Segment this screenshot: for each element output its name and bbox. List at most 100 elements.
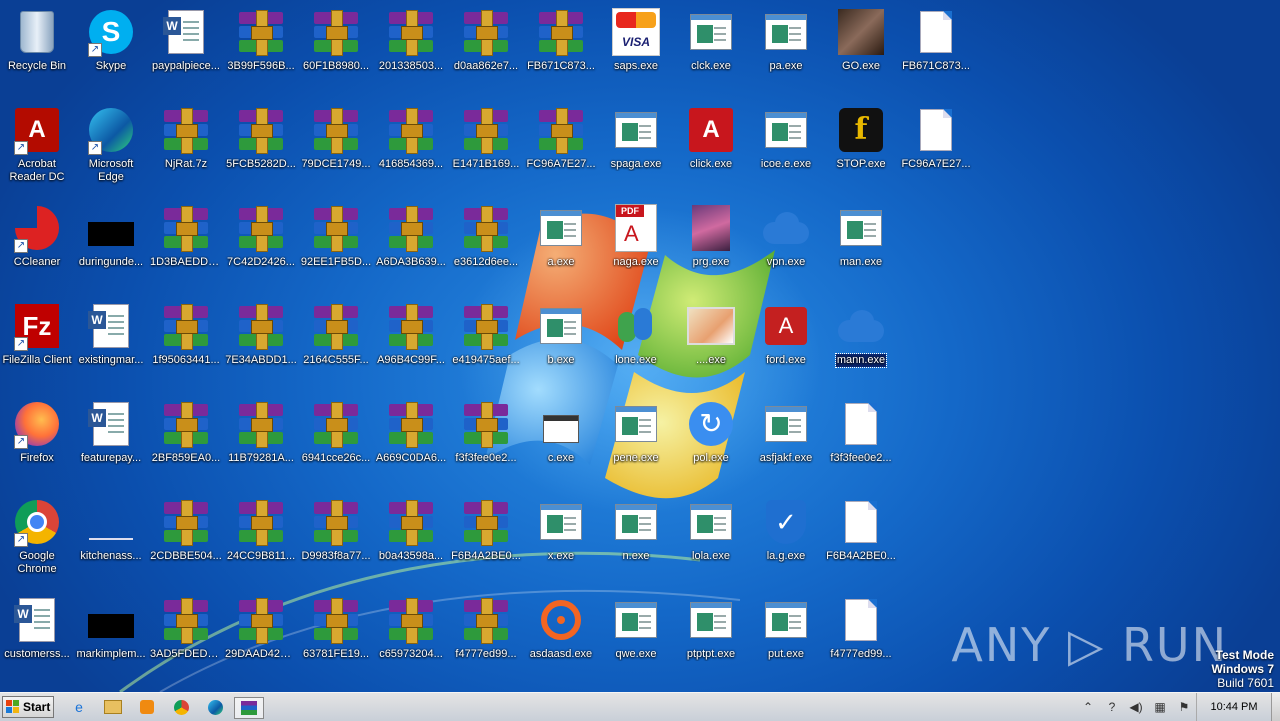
desktop-icon-d2[interactable]: 7E34ABDD1... xyxy=(224,298,298,388)
desktop-icon-g5[interactable]: f4777ed99... xyxy=(449,592,523,682)
desktop-icon-g3[interactable]: 63781FE19... xyxy=(299,592,373,682)
desktop-icon-a2[interactable]: 60F1B8980... xyxy=(299,4,373,94)
desktop-icon-e3[interactable]: 6941cce26c... xyxy=(299,396,373,486)
desktop-icon-aexe[interactable]: a.exe xyxy=(524,200,598,290)
desktop-icon-nexe[interactable]: n.exe xyxy=(599,494,673,584)
desktop-icon-njrat[interactable]: NjRat.7z xyxy=(149,102,223,192)
desktop-icon-b4[interactable]: E1471B169... xyxy=(449,102,523,192)
media-player-icon[interactable] xyxy=(136,697,158,717)
desktop-icon-f3b[interactable]: f3f3fee0e2... xyxy=(824,396,898,486)
help-icon[interactable]: ? xyxy=(1103,698,1121,716)
desktop-icon-c1[interactable]: 1D3BAEDD7... xyxy=(149,200,223,290)
desktop-icon-icoe[interactable]: icoe.e.exe xyxy=(749,102,823,192)
desktop-icon-chrome[interactable]: ↗ Google Chrome xyxy=(0,494,74,584)
desktop-icon-man[interactable]: man.exe xyxy=(824,200,898,290)
chrome-icon[interactable] xyxy=(170,697,192,717)
desktop-icon-fc1[interactable]: FC96A7E27... xyxy=(899,102,973,192)
desktop-icon-a1[interactable]: 3B99F596B... xyxy=(224,4,298,94)
desktop-icon-f4[interactable]: b0a43598a... xyxy=(374,494,448,584)
desktop-icon-ccleaner[interactable]: ↗ CCleaner xyxy=(0,200,74,290)
desktop-icon-recycle[interactable]: Recycle Bin xyxy=(0,4,74,94)
desktop-icon-c2[interactable]: 7C42D2426... xyxy=(224,200,298,290)
start-button[interactable]: Start xyxy=(2,696,54,718)
desktop-icon-e2[interactable]: 11B79281A... xyxy=(224,396,298,486)
desktop-icon-d4[interactable]: A96B4C99F... xyxy=(374,298,448,388)
desktop-icon-during[interactable]: duringunde... xyxy=(74,200,148,290)
desktop-icon-g2[interactable]: 29DAAD42D... xyxy=(224,592,298,682)
desktop-icon-a3[interactable]: 201338503... xyxy=(374,4,448,94)
desktop-icon-f5[interactable]: F6B4A2BE0... xyxy=(449,494,523,584)
desktop-icon-mann[interactable]: mann.exe xyxy=(824,298,898,388)
desktop-icon-asf[interactable]: asfjakf.exe xyxy=(749,396,823,486)
show-hidden-icon[interactable]: ⌃ xyxy=(1079,698,1097,716)
clock[interactable]: 10:44 PM xyxy=(1196,693,1271,721)
desktop-icon-fb1[interactable]: FB671C873... xyxy=(899,4,973,94)
desktop-icon-existing[interactable]: Wexistingmar... xyxy=(74,298,148,388)
desktop-icon-saps[interactable]: VISA saps.exe xyxy=(599,4,673,94)
desktop-icon-f6b[interactable]: F6B4A2BE0... xyxy=(824,494,898,584)
desktop-icon-a4[interactable]: d0aa862e7... xyxy=(449,4,523,94)
desktop-icon-d5[interactable]: e419475aef... xyxy=(449,298,523,388)
desktop-icon-b1[interactable]: 5FCB5282D... xyxy=(224,102,298,192)
desktop-icon-spaga[interactable]: spaga.exe xyxy=(599,102,673,192)
ie-icon[interactable]: e xyxy=(68,697,90,717)
desktop[interactable]: Recycle Bin S ↗ Skype Wpaypalpiece... 3B99F59… xyxy=(0,0,1280,692)
desktop-icon-f1[interactable]: 2CDBBE504... xyxy=(149,494,223,584)
desktop-icon-a5[interactable]: FB671C873... xyxy=(524,4,598,94)
desktop-icon-lone[interactable]: lone.exe xyxy=(599,298,673,388)
desktop-icon-click[interactable]: Aclick.exe xyxy=(674,102,748,192)
desktop-icon-b5[interactable]: FC96A7E27... xyxy=(524,102,598,192)
desktop-icon-cexe[interactable]: c.exe xyxy=(524,396,598,486)
desktop-icon-edge[interactable]: ↗ Microsoft Edge xyxy=(74,102,148,192)
show-desktop-button[interactable] xyxy=(1271,693,1280,721)
desktop-icon-c3[interactable]: 92EE1FB5D... xyxy=(299,200,373,290)
winrar-icon[interactable] xyxy=(234,697,264,719)
explorer-icon[interactable] xyxy=(102,697,124,717)
desktop-icon-filezilla[interactable]: Fz ↗ FileZilla Client xyxy=(0,298,74,388)
desktop-icon-skype[interactable]: S ↗ Skype xyxy=(74,4,148,94)
desktop-icon-e5[interactable]: f3f3fee0e2... xyxy=(449,396,523,486)
desktop-icon-clck[interactable]: clck.exe xyxy=(674,4,748,94)
desktop-icon-asdaasd[interactable]: asdaasd.exe xyxy=(524,592,598,682)
desktop-icon-pa[interactable]: pa.exe xyxy=(749,4,823,94)
desktop-icon-pene[interactable]: pene.exe xyxy=(599,396,673,486)
desktop-icon-e1[interactable]: 2BF859EA0... xyxy=(149,396,223,486)
desktop-icon-d1[interactable]: 1f95063441... xyxy=(149,298,223,388)
desktop-icon-naga[interactable]: PDF A naga.exe xyxy=(599,200,673,290)
desktop-icon-featurepay[interactable]: Wfeaturepay... xyxy=(74,396,148,486)
volume-icon[interactable]: ◀) xyxy=(1127,698,1145,716)
desktop-icon-stop[interactable]: f STOP.exe xyxy=(824,102,898,192)
desktop-icon-g4[interactable]: c65973204... xyxy=(374,592,448,682)
desktop-icon-firefox[interactable]: ↗ Firefox xyxy=(0,396,74,486)
desktop-icon-put[interactable]: put.exe xyxy=(749,592,823,682)
desktop-icon-b2[interactable]: 79DCE1749... xyxy=(299,102,373,192)
desktop-icon-e4[interactable]: A669C0DA6... xyxy=(374,396,448,486)
desktop-icon-f47b[interactable]: f4777ed99... xyxy=(824,592,898,682)
desktop-icon-lola[interactable]: lola.exe xyxy=(674,494,748,584)
desktop-icon-ptptpt[interactable]: ptptpt.exe xyxy=(674,592,748,682)
desktop-icon-g1[interactable]: 3AD5FDED9... xyxy=(149,592,223,682)
desktop-icon-img1[interactable]: ....exe xyxy=(674,298,748,388)
desktop-icon-lag[interactable]: ✓ la.g.exe xyxy=(749,494,823,584)
network-icon[interactable]: ▦ xyxy=(1151,698,1169,716)
desktop-icon-b3[interactable]: 416854369... xyxy=(374,102,448,192)
desktop-icon-ford[interactable]: Aford.exe xyxy=(749,298,823,388)
edge-icon[interactable] xyxy=(204,697,226,717)
desktop-icon-kitchen[interactable]: kitchenass... xyxy=(74,494,148,584)
desktop-icon-xexe[interactable]: x.exe xyxy=(524,494,598,584)
desktop-icon-c4[interactable]: A6DA3B639... xyxy=(374,200,448,290)
desktop-icon-f3[interactable]: D9983f8a77... xyxy=(299,494,373,584)
desktop-icon-bexe[interactable]: b.exe xyxy=(524,298,598,388)
desktop-icon-paypal[interactable]: Wpaypalpiece... xyxy=(149,4,223,94)
desktop-icon-prg[interactable]: prg.exe xyxy=(674,200,748,290)
desktop-icon-customer[interactable]: Wcustomerss... xyxy=(0,592,74,682)
desktop-icon-go[interactable]: GO.exe xyxy=(824,4,898,94)
desktop-icon-markimp[interactable]: markimplem... xyxy=(74,592,148,682)
desktop-icon-vpn[interactable]: vpn.exe xyxy=(749,200,823,290)
desktop-icon-d3[interactable]: 2164C555F... xyxy=(299,298,373,388)
desktop-icon-f2[interactable]: 24CC9B811... xyxy=(224,494,298,584)
desktop-icon-qwe[interactable]: qwe.exe xyxy=(599,592,673,682)
desktop-icon-c5[interactable]: e3612d6ee... xyxy=(449,200,523,290)
desktop-icon-acrobat[interactable]: A ↗ Acrobat Reader DC xyxy=(0,102,74,192)
flag-icon[interactable]: ⚑ xyxy=(1175,698,1193,716)
